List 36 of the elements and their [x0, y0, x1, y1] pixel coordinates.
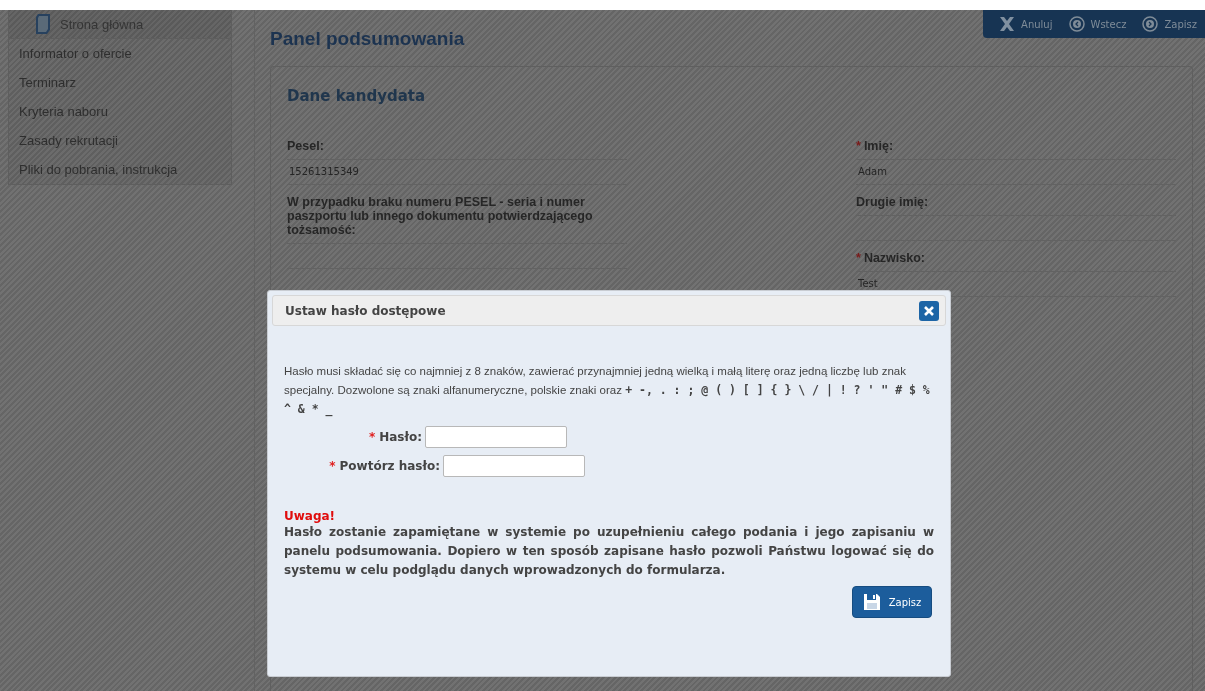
section-title: Dane kandydata — [287, 87, 427, 105]
sidebar-item[interactable]: Informator o ofercie — [9, 39, 231, 68]
required-mark: * — [368, 430, 376, 444]
toolbar-button[interactable]: Zapisz — [1134, 10, 1205, 38]
warning-title: Uwaga! — [284, 509, 337, 523]
password-field[interactable] — [443, 455, 585, 477]
save-button[interactable]: Zapisz — [852, 586, 932, 618]
sidebar-item[interactable]: Pliki do pobrania, instrukcja — [9, 155, 231, 184]
sidebar-item[interactable]: Kryteria naboru — [9, 97, 231, 126]
close-button[interactable] — [919, 300, 939, 321]
field-label: Hasło: — [379, 430, 422, 444]
required-mark: * — [329, 459, 336, 473]
right-arrow-circle-icon — [1142, 16, 1159, 32]
close-icon — [999, 17, 1016, 31]
password-rules: Hasło musi składać się co najmniej z 8 znaków, zawierać przynajmniej jedną wielką i małą literę oraz jedną liczbę lub znak specjalny. Dozwolone są znaki alfanumeryczne, polskie znaki oraz + -, . : ; @ ( ) [ ] { } \ / | ! ? ' " # $ % ^ & * _ — [284, 364, 931, 419]
required-mark: * — [856, 251, 861, 265]
page-title: Panel podsumowania — [270, 28, 466, 50]
dialog-title: Ustaw hasło dostępowe — [285, 303, 446, 318]
field-label: Drugie imię: — [856, 195, 929, 209]
field-label: Imię: — [863, 139, 894, 153]
field-label: W przypadku braku numeru PESEL - seria i numer paszportu lub innego dokumentu potwierdzającego tożsamość: — [287, 195, 593, 237]
field-value: 15261315349 — [287, 160, 627, 185]
field-label: Powtórz hasło: — [339, 459, 440, 473]
warning-text: Hasło zostanie zapamiętane w systemie po uzupełnieniu całego podania i jego zapisaniu w panelu podsumowania. Dopiero w ten sposób zapisane hasło pozwoli Państwu logować się do systemu w celu podglądu danych wprowadzonych do formularza. — [284, 524, 934, 579]
field-label: Nazwisko: — [863, 251, 925, 265]
required-mark: * — [856, 139, 861, 153]
toolbar-button[interactable]: Wstecz — [1060, 10, 1135, 38]
field-value: Adam — [856, 160, 1176, 185]
sidebar-item[interactable]: Zasady rekrutacji — [9, 126, 231, 155]
sidebar-item[interactable]: Terminarz — [9, 68, 231, 97]
field-label: Pesel: — [287, 139, 324, 153]
close-icon — [924, 305, 934, 316]
left-arrow-circle-icon — [1068, 16, 1085, 32]
toolbar-button[interactable]: Anuluj — [991, 10, 1061, 38]
password-field[interactable] — [425, 426, 567, 448]
document-icon — [34, 13, 52, 35]
